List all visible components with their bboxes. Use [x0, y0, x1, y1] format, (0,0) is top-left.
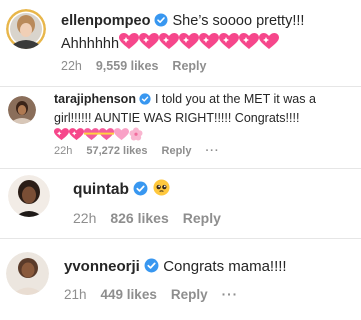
username[interactable]: quintab	[73, 181, 129, 198]
more-options-icon[interactable]: ···	[222, 287, 239, 302]
comment-body: ellenpompeo She’s soooo pretty!!! Ahhhhh…	[61, 12, 304, 56]
emoji-row	[119, 33, 280, 52]
username[interactable]: ellenpompeo	[61, 13, 150, 29]
comment-text: girl!!!!!! AUNTIE WAS RIGHT!!!!! Congrat…	[54, 111, 300, 125]
comment-meta: 22h 57,272 likes Reply ···	[54, 145, 234, 157]
sparkling-heart-icon	[219, 33, 240, 56]
cherry-blossom-icon	[129, 127, 143, 146]
sparkling-heart-icon	[159, 33, 180, 56]
timestamp: 22h	[61, 59, 82, 73]
heart-with-ribbon-icon	[99, 128, 114, 146]
pleading-face-icon	[153, 179, 170, 202]
avatar[interactable]	[6, 252, 49, 295]
verified-badge-icon	[139, 93, 152, 110]
avatar[interactable]	[6, 9, 46, 49]
comment-meta: 22h 9,559 likes Reply	[61, 59, 220, 73]
likes-count[interactable]: 449 likes	[101, 287, 157, 302]
comment-text: She’s soooo pretty!!!	[172, 13, 305, 29]
reply-button[interactable]: Reply	[183, 210, 221, 226]
comment-text: I told you at the MET it was a	[154, 92, 316, 106]
sparkling-heart-icon	[69, 128, 84, 146]
reply-button[interactable]: Reply	[172, 59, 206, 73]
reply-button[interactable]: Reply	[162, 145, 192, 157]
comment-meta: 21h 449 likes Reply ···	[64, 287, 252, 302]
comment-body: quintab	[73, 179, 170, 202]
comment-tarajiphenson: tarajiphenson I told you at the MET it w…	[0, 87, 361, 167]
reply-button[interactable]: Reply	[171, 287, 208, 302]
sparkling-heart-icon	[54, 128, 69, 146]
more-options-icon[interactable]: ···	[206, 145, 220, 157]
likes-count[interactable]: 57,272 likes	[86, 145, 147, 157]
timestamp: 21h	[64, 287, 87, 302]
sparkling-heart-icon	[119, 33, 140, 56]
sparkling-heart-icon	[179, 33, 200, 56]
comment-body: yvonneorji Congrats mama!!!!	[64, 257, 287, 279]
verified-badge-icon	[154, 13, 168, 33]
divider	[0, 168, 361, 169]
divider	[0, 238, 361, 239]
username[interactable]: yvonneorji	[64, 258, 140, 275]
comment-yvonneorji: yvonneorji Congrats mama!!!! 21h 449 like…	[0, 247, 361, 320]
sparkling-heart-icon	[259, 33, 280, 56]
comment-text: Ahhhhhh	[61, 36, 120, 52]
avatar[interactable]	[8, 175, 50, 217]
heart-with-ribbon-icon	[84, 128, 99, 146]
emoji-row	[54, 127, 316, 146]
sparkling-heart-icon	[239, 33, 260, 56]
username[interactable]: tarajiphenson	[54, 92, 136, 106]
sparkling-heart-icon	[199, 33, 220, 56]
verified-badge-icon	[133, 181, 148, 202]
likes-count[interactable]: 826 likes	[110, 210, 168, 226]
timestamp: 22h	[54, 145, 73, 157]
comment-meta: 22h 826 likes Reply	[73, 210, 235, 226]
sparkling-heart-icon	[139, 33, 160, 56]
timestamp: 22h	[73, 210, 97, 226]
pink-heart-icon	[114, 128, 129, 146]
comment-quintab: quintab 22h 826 likes Reply	[0, 170, 361, 240]
likes-count[interactable]: 9,559 likes	[96, 59, 159, 73]
avatar[interactable]	[8, 96, 36, 124]
comment-body: tarajiphenson I told you at the MET it w…	[54, 91, 316, 146]
comment-ellenpompeo: ellenpompeo She’s soooo pretty!!! Ahhhhh…	[0, 0, 361, 86]
comment-text: Congrats mama!!!!	[163, 258, 287, 275]
verified-badge-icon	[144, 258, 159, 279]
